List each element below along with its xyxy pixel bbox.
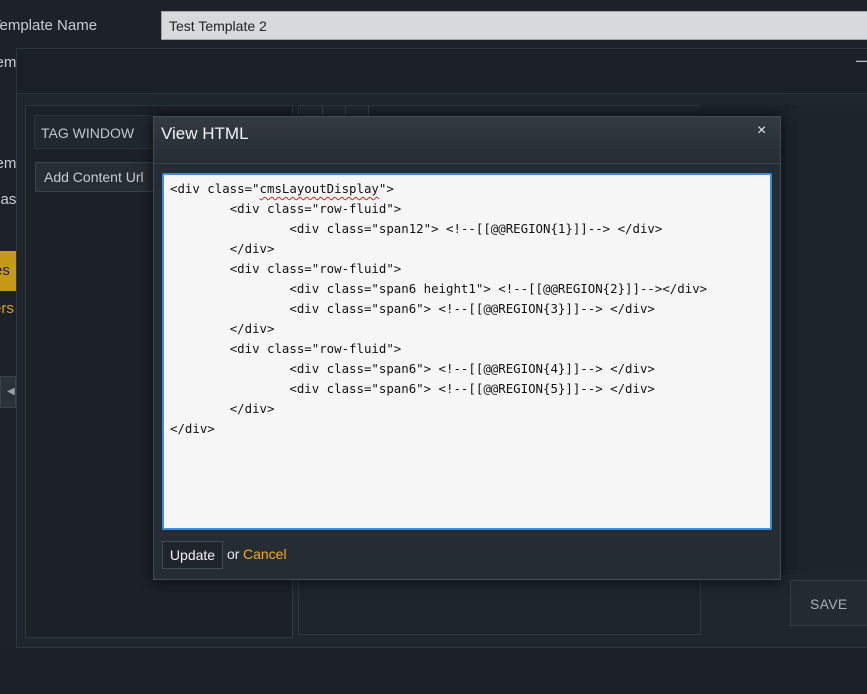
template-name-input[interactable] xyxy=(161,11,867,40)
spellcheck-underline: cmsLayoutDisplay xyxy=(259,181,379,196)
code-line: <div class="row-fluid"> xyxy=(170,341,402,356)
code-line: </div> xyxy=(170,401,275,416)
code-line: <div class="span12"> <!--[[@@REGION{1}]]… xyxy=(170,221,663,236)
tag-window-title: TAG WINDOW xyxy=(34,115,154,149)
minimize-icon[interactable]: — xyxy=(856,51,867,69)
save-button[interactable]: SAVE xyxy=(790,580,867,626)
code-line: <div class="cmsLayoutDisplay"> xyxy=(170,181,394,196)
left-arrow-icon[interactable]: ◀ xyxy=(0,376,16,408)
side-label-master: Maste xyxy=(0,191,16,208)
html-code-content: <div class="cmsLayoutDisplay"> <div clas… xyxy=(170,179,707,439)
close-icon[interactable]: × xyxy=(757,122,766,140)
code-line: <div class="row-fluid"> xyxy=(170,201,402,216)
template-label-cut: Temp xyxy=(0,54,16,71)
or-text: or xyxy=(227,546,240,562)
code-line: </div> xyxy=(170,321,275,336)
code-line: <div class="span6 height1"> <!--[[@@REGI… xyxy=(170,281,708,296)
side-label-temp: Temp xyxy=(0,155,16,172)
update-button[interactable]: Update xyxy=(162,541,223,569)
code-line: <div class="row-fluid"> xyxy=(170,261,402,276)
template-editor-header xyxy=(17,49,867,94)
template-name-label: Template Name xyxy=(0,17,98,34)
cancel-link[interactable]: Cancel xyxy=(243,546,287,562)
code-line: <div class="span6"> <!--[[@@REGION{4}]]-… xyxy=(170,361,655,376)
code-line: </div> xyxy=(170,421,215,436)
html-code-textarea[interactable]: <div class="cmsLayoutDisplay"> <div clas… xyxy=(162,173,772,530)
code-line: <div class="span6"> <!--[[@@REGION{5}]]-… xyxy=(170,381,655,396)
bottom-strip xyxy=(0,648,867,694)
gold-tab[interactable]: es xyxy=(0,251,16,291)
code-line: <div class="span6"> <!--[[@@REGION{3}]]-… xyxy=(170,301,655,316)
modal-title: View HTML xyxy=(161,124,249,143)
gold-link[interactable]: ers xyxy=(0,300,16,322)
add-content-url-button[interactable]: Add Content Url xyxy=(35,162,155,192)
code-line: </div> xyxy=(170,241,275,256)
